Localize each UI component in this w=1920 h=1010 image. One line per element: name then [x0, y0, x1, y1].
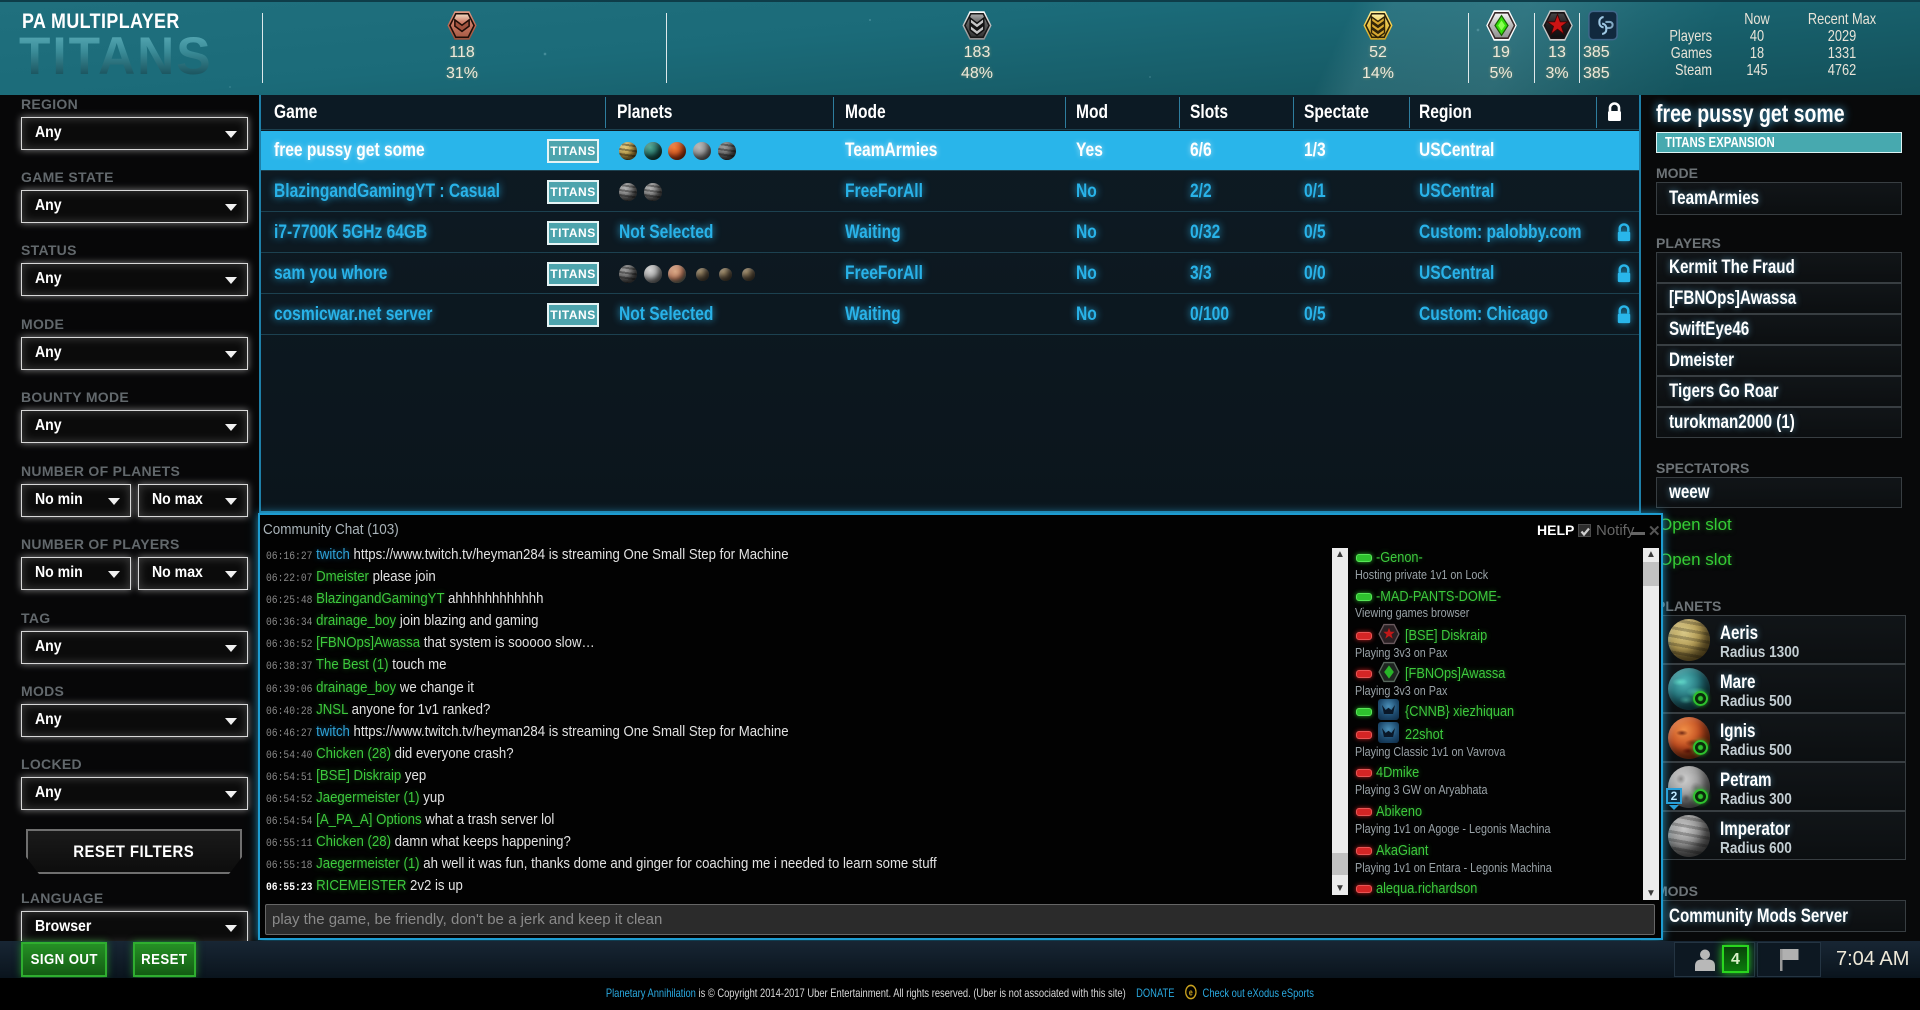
svg-text:e: e [1189, 988, 1193, 998]
